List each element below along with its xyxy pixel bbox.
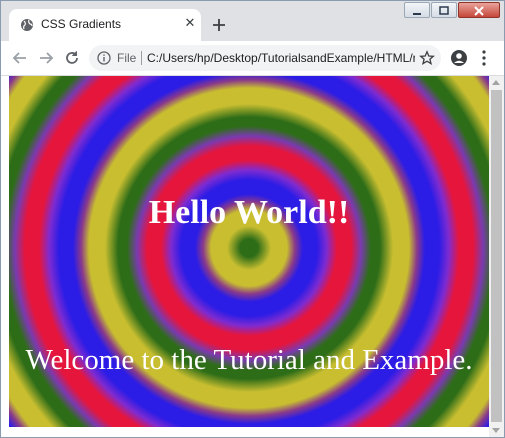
vertical-scrollbar[interactable] (489, 76, 504, 437)
browser-window: CSS Gradients ✕ File C:/Users/hp/Desktop… (0, 0, 505, 438)
scroll-up-arrow-icon[interactable] (492, 80, 500, 85)
scroll-down-arrow-icon[interactable] (492, 428, 500, 433)
maximize-icon (439, 6, 449, 15)
kebab-menu-icon[interactable] (479, 49, 489, 67)
scrollbar-thumb[interactable] (491, 90, 502, 422)
plus-icon (213, 19, 225, 31)
minimize-icon (413, 13, 421, 15)
address-bar[interactable]: File C:/Users/hp/Desktop/TutorialsandExa… (89, 45, 441, 71)
page-heading: Hello World!! (148, 194, 350, 231)
page-viewport: Hello World!! Welcome to the Tutorial an… (9, 76, 489, 427)
minimize-button[interactable] (404, 2, 430, 18)
star-icon[interactable] (419, 50, 435, 66)
browser-toolbar: File C:/Users/hp/Desktop/TutorialsandExa… (1, 41, 504, 76)
page-bottom-edge (1, 427, 489, 437)
globe-icon (21, 19, 33, 31)
close-icon[interactable]: ✕ (183, 17, 197, 31)
page-paragraph: Welcome to the Tutorial and Example. (25, 344, 473, 376)
scheme-label: File (117, 51, 137, 65)
maximize-button[interactable] (431, 2, 457, 18)
omnibox-divider (141, 51, 142, 65)
profile-icon[interactable] (450, 49, 468, 67)
tab-title: CSS Gradients (41, 17, 122, 31)
reload-icon[interactable] (62, 48, 82, 68)
close-window-icon (474, 6, 484, 16)
forward-arrow-icon[interactable] (36, 48, 56, 68)
info-icon[interactable] (97, 51, 111, 65)
window-controls (403, 2, 500, 20)
tab-strip: CSS Gradients ✕ (1, 1, 504, 41)
new-tab-button[interactable] (207, 13, 231, 37)
tab-css-gradients[interactable]: CSS Gradients ✕ (9, 9, 201, 41)
close-window-button[interactable] (458, 2, 500, 18)
back-arrow-icon[interactable] (10, 48, 30, 68)
url-text[interactable]: C:/Users/hp/Desktop/TutorialsandExample/… (147, 51, 415, 65)
